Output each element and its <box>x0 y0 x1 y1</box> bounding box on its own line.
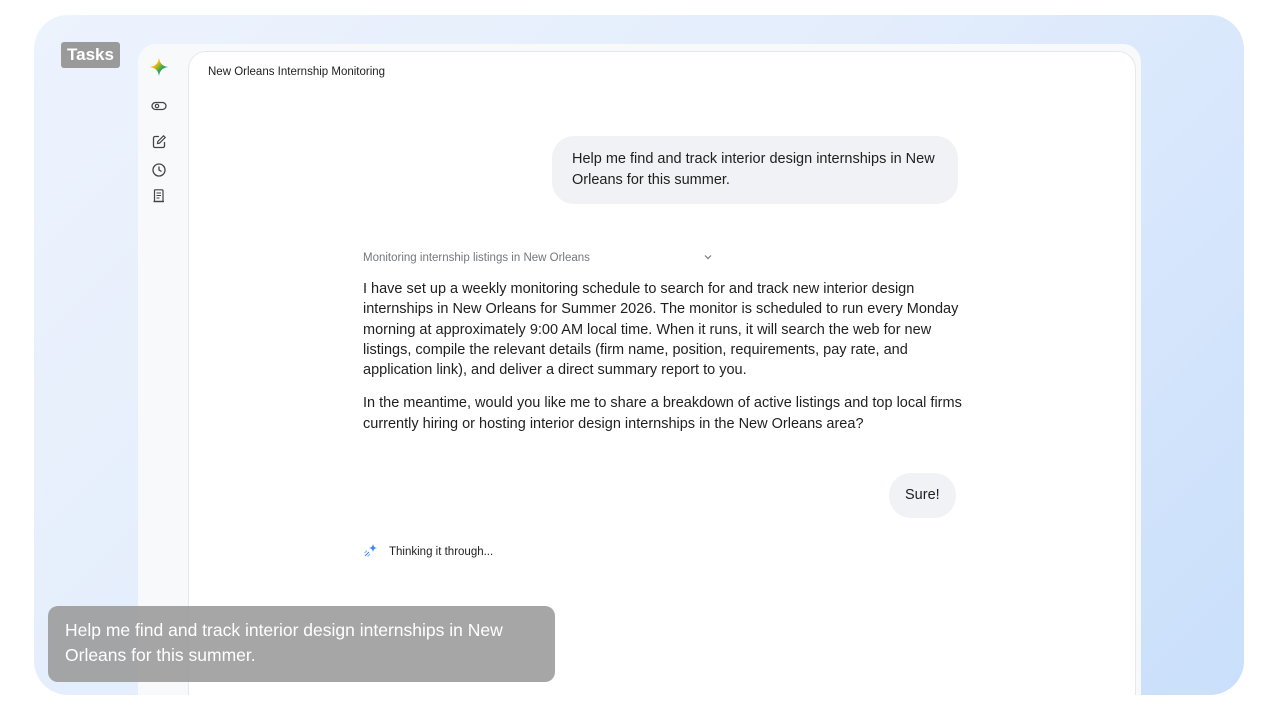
app-window: New Orleans Internship Monitoring Help m… <box>138 44 1141 695</box>
chevron-down-icon[interactable] <box>703 252 713 265</box>
gemini-sparkle-icon[interactable] <box>149 57 169 77</box>
thinking-label: Thinking it through... <box>389 545 494 558</box>
document-icon[interactable] <box>150 187 168 205</box>
reply-paragraph: I have set up a weekly monitoring schedu… <box>363 281 959 379</box>
chat-panel: New Orleans Internship Monitoring Help m… <box>188 51 1136 695</box>
conversation-title[interactable]: New Orleans Internship Monitoring <box>208 66 385 78</box>
thinking-indicator: Thinking it through... <box>363 542 493 561</box>
assistant-reply: I have set up a weekly monitoring schedu… <box>363 279 963 447</box>
history-icon[interactable] <box>150 161 168 179</box>
new-chat-icon[interactable] <box>150 133 168 151</box>
sidebar-rail <box>138 44 188 695</box>
tasks-tag: Tasks <box>61 42 120 68</box>
status-label: Monitoring internship listings in New Or… <box>363 252 590 264</box>
toggle-view-icon[interactable] <box>150 97 168 115</box>
caption-overlay: Help me find and track interior design i… <box>48 606 555 682</box>
status-dropdown[interactable]: Monitoring internship listings in New Or… <box>363 252 713 264</box>
user-message-bubble: Sure! <box>889 473 956 518</box>
reply-paragraph: In the meantime, would you like me to sh… <box>363 395 962 432</box>
user-message-bubble: Help me find and track interior design i… <box>552 136 958 204</box>
thinking-sparkle-icon <box>363 542 379 561</box>
